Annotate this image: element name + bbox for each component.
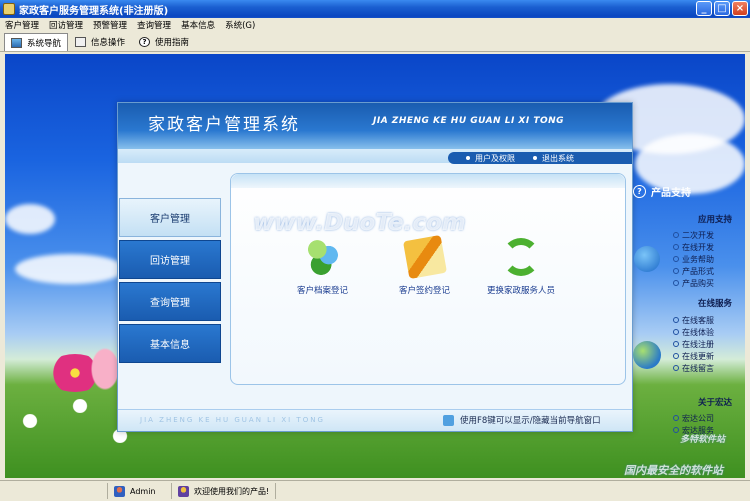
function-label: 客户档案登记 (297, 286, 349, 296)
menu-bar: 客户管理 回访管理 预警管理 查询管理 基本信息 系统(G) (0, 18, 750, 32)
support-title-text: 产品支持 (651, 188, 691, 199)
tab-info-operation[interactable]: 信息操作 (68, 33, 132, 51)
status-bar: Admin 欢迎使用我们的产品! (0, 480, 750, 501)
title-bar: 家政客户服务管理系统(非注册版) _ □ × (0, 0, 750, 18)
status-user: Admin (108, 483, 172, 499)
link-label: 用户及权限 (475, 153, 515, 163)
panel-footer: JIA ZHENG KE HU GUAN LI XI TONG 使用F8键可以显… (118, 409, 632, 431)
contract-icon (402, 234, 447, 280)
tip-text: 使用F8键可以显示/隐藏当前导航窗口 (460, 416, 601, 426)
exit-system-link[interactable]: 退出系统 (533, 153, 574, 164)
question-icon: ? (633, 185, 646, 198)
user-icon (114, 485, 125, 497)
menu-query[interactable]: 查询管理 (132, 19, 176, 31)
link-online-support[interactable]: 在线客服 (673, 314, 714, 326)
status-welcome: 欢迎使用我们的产品! (172, 483, 277, 499)
link-company[interactable]: 宏达公司 (673, 412, 714, 424)
watermark-center: www.DuoTe.com (253, 210, 466, 236)
flower-decoration (15, 414, 45, 428)
section-about: 关于宏达 (697, 398, 732, 408)
menu-basic-info[interactable]: 基本信息 (176, 19, 220, 31)
content-topband (231, 174, 625, 188)
app-support-links: 二次开发 在线开发 业务帮助 产品形式 产品购买 (673, 229, 714, 289)
footer-pinyin: JIA ZHENG KE HU GUAN LI XI TONG (140, 416, 325, 424)
status-welcome-text: 欢迎使用我们的产品! (194, 486, 270, 496)
flower-decoration (65, 399, 95, 413)
section-app-support: 应用支持 (697, 215, 732, 225)
status-user-name: Admin (130, 486, 156, 496)
tab-label: 信息操作 (91, 38, 126, 48)
toolbar: 系统导航 信息操作 ? 使用指南 (0, 32, 750, 52)
link-product-purchase[interactable]: 产品购买 (673, 277, 714, 289)
close-button[interactable]: × (732, 1, 748, 16)
tip-icon (443, 414, 454, 426)
nav-customer-management[interactable]: 客户管理 (119, 198, 221, 237)
navigation-icon (11, 37, 22, 48)
panel-title: 家政客户管理系统 (148, 115, 300, 135)
arrow-icon (634, 246, 660, 272)
app-icon (3, 3, 15, 15)
user-permissions-link[interactable]: 用户及权限 (466, 153, 515, 164)
link-product-form[interactable]: 产品形式 (673, 265, 714, 277)
nav-query-management[interactable]: 查询管理 (119, 282, 221, 321)
footer-tip: 使用F8键可以显示/隐藏当前导航窗口 (443, 414, 601, 426)
watermark-corner-bottom: 国内最安全的软件站 (624, 464, 723, 477)
watermark-corner-top: 多特软件站 (680, 435, 726, 445)
link-online-message[interactable]: 在线留言 (673, 362, 714, 374)
link-business-help[interactable]: 业务帮助 (673, 253, 714, 265)
panel-linkbar: 用户及权限 退出系统 (448, 152, 632, 164)
tab-user-guide[interactable]: ? 使用指南 (132, 33, 196, 51)
help-icon: ? (139, 37, 151, 47)
bullet-icon (533, 156, 537, 160)
link-online-register[interactable]: 在线注册 (673, 338, 714, 350)
tab-label: 系统导航 (27, 38, 62, 49)
cloud-decoration (15, 254, 125, 284)
tab-label: 使用指南 (155, 38, 190, 48)
function-label: 更换家政服务人员 (487, 286, 556, 296)
bullet-icon (466, 156, 470, 160)
info-icon (75, 37, 87, 47)
replace-staff-button[interactable]: 更换家政服务人员 (487, 238, 555, 296)
section-online-service: 在线服务 (697, 299, 732, 309)
refresh-icon (502, 238, 540, 276)
panel-subtitle: JIA ZHENG KE HU GUAN LI XI TONG (373, 116, 565, 126)
menu-customer[interactable]: 客户管理 (0, 19, 44, 31)
globe-icon (633, 341, 661, 369)
online-service-links: 在线客服 在线体验 在线注册 在线更新 在线留言 (673, 314, 714, 374)
menu-system[interactable]: 系统(G) (220, 19, 260, 31)
product-support-title: ? 产品支持 (633, 184, 691, 199)
link-online-update[interactable]: 在线更新 (673, 350, 714, 362)
nav-basic-info[interactable]: 基本信息 (119, 324, 221, 363)
panel-header: 家政客户管理系统 JIA ZHENG KE HU GUAN LI XI TONG (118, 103, 632, 149)
side-nav: 客户管理 回访管理 查询管理 基本信息 (119, 198, 221, 366)
link-online-dev[interactable]: 在线开发 (673, 241, 714, 253)
cloud-decoration (5, 204, 55, 234)
menu-warning[interactable]: 预警管理 (88, 19, 132, 31)
link-online-trial[interactable]: 在线体验 (673, 326, 714, 338)
main-panel: 家政客户管理系统 JIA ZHENG KE HU GUAN LI XI TONG… (117, 102, 633, 432)
content-area: 客户档案登记 客户签约登记 更换家政服务人员 www.DuoTe.com (230, 173, 626, 385)
function-label: 客户签约登记 (399, 286, 451, 296)
tab-navigation[interactable]: 系统导航 (4, 33, 69, 51)
customers-icon (303, 238, 342, 276)
link-label: 退出系统 (542, 153, 574, 163)
status-empty (0, 483, 108, 499)
minimize-button[interactable]: _ (696, 1, 712, 16)
nav-followup-management[interactable]: 回访管理 (119, 240, 221, 279)
maximize-button[interactable]: □ (714, 1, 730, 16)
window-title: 家政客户服务管理系统(非注册版) (19, 5, 169, 17)
welcome-icon (178, 485, 189, 497)
link-secondary-dev[interactable]: 二次开发 (673, 229, 714, 241)
customer-file-register-button[interactable]: 客户档案登记 (297, 238, 348, 296)
menu-followup[interactable]: 回访管理 (44, 19, 88, 31)
customer-contract-register-button[interactable]: 客户签约登记 (399, 234, 451, 296)
